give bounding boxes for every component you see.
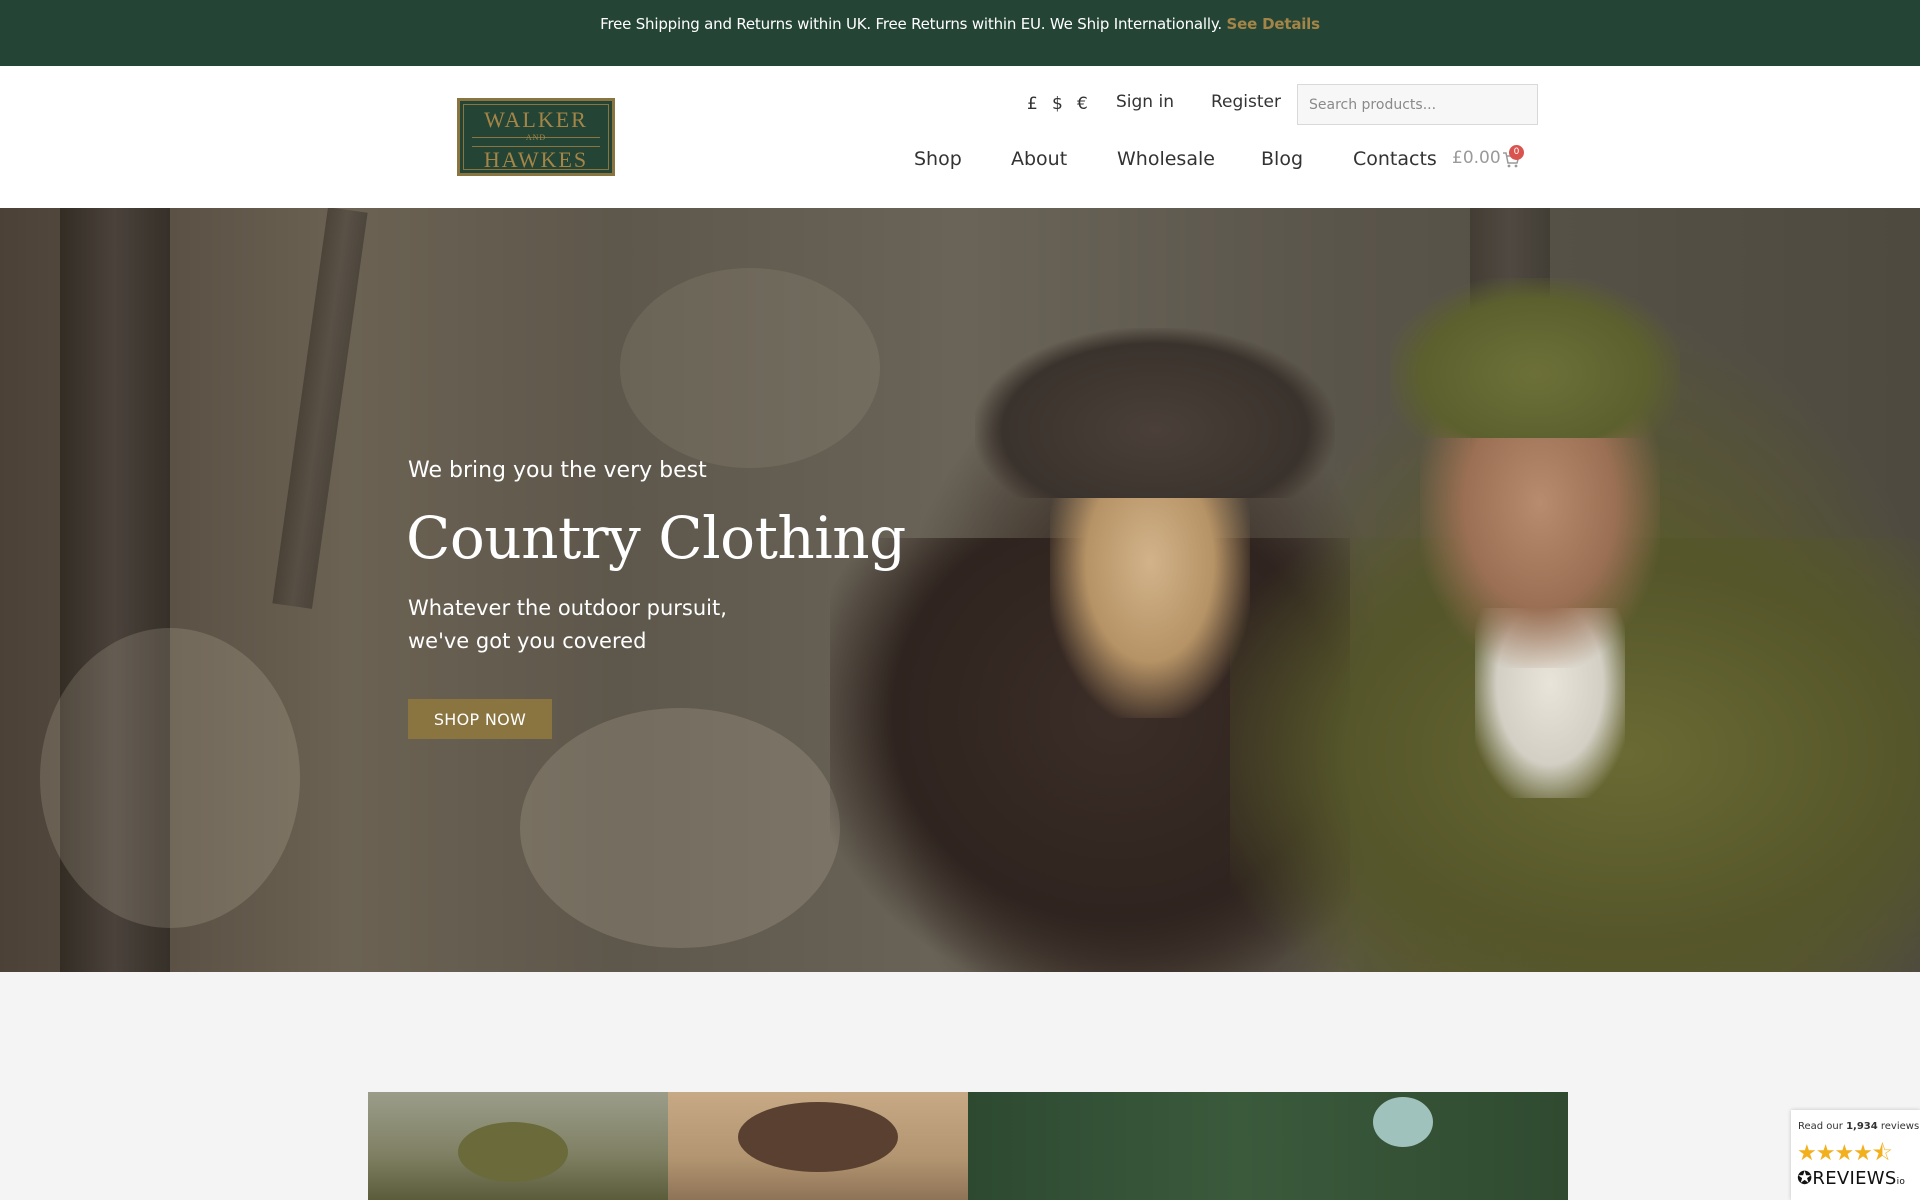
reviews-brand-suffix: io bbox=[1896, 1177, 1906, 1187]
logo-line-walker: WALKER bbox=[484, 107, 588, 132]
register-link[interactable]: Register bbox=[1211, 92, 1281, 112]
hero-banner: We bring you the very best Country Cloth… bbox=[0, 208, 1920, 972]
reviews-read-text: Read our 1,934 reviews bbox=[1798, 1121, 1919, 1132]
logo-line-hawkes: HAWKES bbox=[483, 147, 589, 172]
currency-gbp[interactable]: £ bbox=[1027, 94, 1038, 114]
hero-bg-branch bbox=[272, 208, 368, 609]
currency-eur[interactable]: € bbox=[1077, 94, 1088, 114]
reviews-count: 1,934 bbox=[1846, 1121, 1878, 1132]
reviews-suffix: reviews bbox=[1880, 1121, 1920, 1132]
reviews-prefix: Read our bbox=[1798, 1121, 1843, 1132]
hero-bg-foliage-center bbox=[520, 708, 840, 948]
shipping-banner-text: Free Shipping and Returns within UK. Fre… bbox=[600, 15, 1222, 33]
category-tiles bbox=[368, 1092, 1568, 1200]
tile-flat-cap-image bbox=[458, 1122, 568, 1182]
category-tile-flat-cap[interactable] bbox=[368, 1092, 668, 1200]
category-tile-beanie[interactable] bbox=[968, 1092, 1568, 1200]
hero-bg-foliage-left bbox=[40, 628, 300, 928]
site-header: WALKER AND HAWKES £ $ € Sign in Register… bbox=[0, 66, 1920, 208]
category-tile-wax-hat[interactable] bbox=[668, 1092, 968, 1200]
walker-hawkes-logo[interactable]: WALKER AND HAWKES bbox=[457, 98, 615, 176]
shipping-banner: Free Shipping and Returns within UK. Fre… bbox=[0, 0, 1920, 66]
logo-line-and: AND bbox=[525, 133, 547, 142]
cart-total[interactable]: £0.00 bbox=[1452, 148, 1501, 168]
sign-in-link[interactable]: Sign in bbox=[1116, 92, 1174, 112]
cart-count-badge: 0 bbox=[1509, 145, 1524, 160]
hero-woman-hat bbox=[975, 328, 1335, 498]
hero-bg-foliage-top bbox=[620, 268, 880, 468]
hero-man-flat-cap bbox=[1390, 278, 1680, 438]
nav-item-shop[interactable]: Shop bbox=[914, 148, 962, 170]
reviews-widget[interactable]: Read our 1,934 reviews ★★★★⯪ ✪REVIEWSio bbox=[1791, 1110, 1920, 1200]
hero-description-line-1: Whatever the outdoor pursuit, bbox=[408, 596, 727, 620]
tile-wax-hat-image bbox=[738, 1102, 898, 1172]
nav-item-blog[interactable]: Blog bbox=[1261, 148, 1303, 170]
nav-item-contacts[interactable]: Contacts bbox=[1353, 148, 1437, 170]
nav-item-about[interactable]: About bbox=[1011, 148, 1067, 170]
hero-subtitle: We bring you the very best bbox=[408, 458, 707, 483]
hero-description: Whatever the outdoor pursuit, we've got … bbox=[408, 592, 868, 658]
shop-now-button[interactable]: SHOP NOW bbox=[408, 699, 552, 739]
nav-item-wholesale[interactable]: Wholesale bbox=[1117, 148, 1215, 170]
see-details-link[interactable]: See Details bbox=[1227, 15, 1321, 33]
search-input[interactable] bbox=[1297, 84, 1538, 125]
currency-usd[interactable]: $ bbox=[1052, 94, 1063, 114]
hero-title: Country Clothing bbox=[406, 504, 906, 572]
tile-beanie-image bbox=[1373, 1097, 1433, 1147]
reviews-brand-name: REVIEWS bbox=[1812, 1168, 1897, 1189]
hero-description-line-2: we've got you covered bbox=[408, 629, 647, 653]
reviews-io-logo: ✪REVIEWSio bbox=[1797, 1168, 1906, 1189]
